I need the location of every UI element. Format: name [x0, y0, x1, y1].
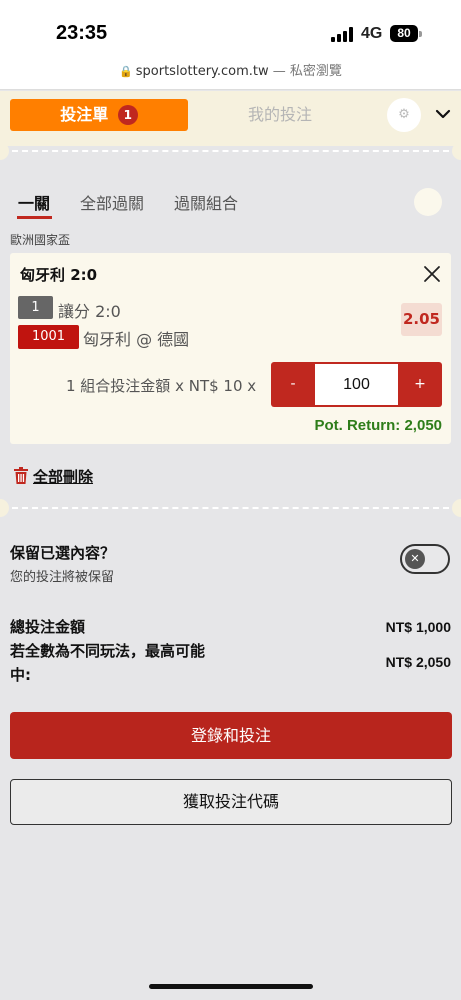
league-name: 歐洲國家盃 [10, 233, 71, 247]
max-win-value: NT$ 2,050 [385, 654, 451, 670]
ticket-notch-left [0, 499, 9, 517]
betslip-count-badge: 1 [117, 105, 138, 125]
chevron-down-icon[interactable] [433, 100, 453, 128]
match-code-badge: 1001 [18, 325, 79, 349]
battery-tip [419, 31, 422, 37]
odds-badge: 2.05 [401, 303, 442, 336]
get-bet-code-button[interactable]: 獲取投注代碼 [10, 779, 452, 825]
betslip-tab-label: 投注單 [60, 105, 109, 124]
max-win-label-line2: 中: [10, 666, 31, 684]
potential-return: Pot. Return: 2,050 [314, 417, 442, 434]
tab-betslip[interactable]: 投注單 1 [10, 99, 188, 131]
tab-all-parlay[interactable]: 全部過關 [80, 190, 144, 214]
stake-input[interactable]: 100 [315, 364, 398, 405]
url-bar[interactable]: 🔒 sportslottery.com.tw — 私密瀏覽 [0, 60, 461, 90]
tab-my-bets[interactable]: 我的投注 [210, 99, 350, 131]
url-domain: sportslottery.com.tw [135, 64, 269, 79]
market-number-badge: 1 [18, 296, 53, 319]
signal-icon [331, 27, 355, 42]
ticket-notch-right [452, 499, 461, 517]
tab-parlay-combo[interactable]: 過關組合 [174, 190, 238, 214]
tab-single[interactable]: 一關 [18, 190, 50, 214]
info-circle-button[interactable] [414, 188, 442, 216]
selection-name: 匈牙利 @ 德國 [83, 330, 190, 349]
dashed-separator [12, 507, 449, 509]
increase-stake-button[interactable]: + [398, 362, 442, 407]
status-bar: 23:35 4G 80 [0, 0, 461, 60]
trash-icon [14, 467, 28, 484]
network-type: 4G [361, 25, 383, 42]
total-stake-label: 總投注金額 [10, 618, 86, 636]
lock-icon: 🔒 [119, 65, 133, 78]
home-indicator[interactable] [149, 984, 313, 989]
decrease-stake-button[interactable]: - [271, 362, 315, 407]
battery-icon: 80 [390, 25, 418, 42]
private-mode-label: — 私密瀏覽 [272, 64, 342, 79]
max-win-label-line1: 若全數為不同玩法，最高可能 [10, 642, 206, 660]
keep-selection-subtitle: 您的投注將被保留 [10, 570, 115, 585]
selection-title: 匈牙利 2:0 [20, 266, 98, 284]
dashed-separator [12, 150, 449, 152]
status-time: 23:35 [56, 22, 108, 44]
betslip-header: 投注單 1 我的投注 ⚙ [0, 91, 461, 146]
keep-selection-toggle[interactable]: ✕ [400, 544, 450, 574]
stake-stepper: - 100 + [271, 362, 442, 407]
selection-card: 匈牙利 2:0 1 讓分 2:0 2.05 1001 匈牙利 @ 德國 1 組合… [10, 253, 451, 444]
ticket-notch-right [452, 142, 461, 160]
keep-selection-title: 保留已選內容？ [10, 544, 116, 562]
close-icon[interactable] [422, 264, 442, 284]
delete-all-label: 全部刪除 [33, 468, 94, 486]
toggle-off-icon: ✕ [405, 549, 425, 569]
market-name: 讓分 2:0 [58, 302, 121, 321]
gear-icon[interactable]: ⚙ [387, 98, 421, 132]
total-stake-value: NT$ 1,000 [385, 619, 451, 635]
login-and-bet-button[interactable]: 登錄和投注 [10, 712, 452, 759]
stake-description: 1 組合投注金額 x NT$ 10 x [66, 377, 257, 395]
active-tab-underline [17, 216, 52, 219]
